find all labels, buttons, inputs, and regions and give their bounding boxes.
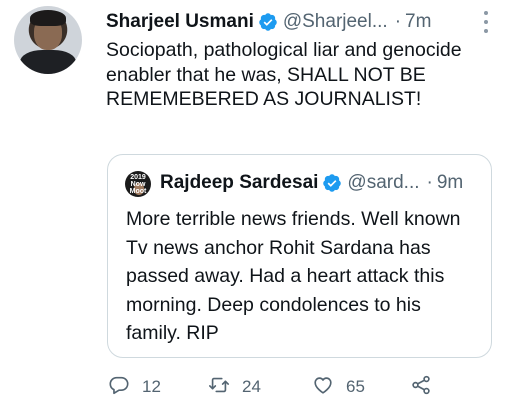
author-handle[interactable]: @Sharjeel... <box>283 11 388 33</box>
quoted-tweet-time[interactable]: 9m <box>437 172 463 194</box>
like-count: 65 <box>346 377 365 396</box>
tweet-text: Sociopath, pathological liar and genocid… <box>106 39 462 110</box>
tweet-header: Sharjeel Usmani @Sharjeel... · 7m <box>106 8 431 36</box>
tweet[interactable]: Sharjeel Usmani @Sharjeel... · 7m Sociop… <box>0 0 510 415</box>
more-options-icon[interactable] <box>481 10 491 34</box>
share-button[interactable] <box>410 372 432 402</box>
retweet-icon <box>208 374 230 401</box>
reply-button[interactable]: 12 <box>108 372 161 402</box>
tweet-actions: 12 24 65 <box>108 372 438 402</box>
verified-badge-icon <box>322 173 342 193</box>
retweet-button[interactable]: 24 <box>208 372 261 402</box>
reply-count: 12 <box>142 377 161 396</box>
share-icon <box>410 374 432 401</box>
author-avatar[interactable] <box>14 6 82 74</box>
quoted-author-name[interactable]: Rajdeep Sardesai <box>160 172 318 194</box>
retweet-count: 24 <box>242 377 261 396</box>
avatar-shirt <box>20 50 76 74</box>
reply-icon <box>108 374 130 401</box>
verified-badge-icon <box>258 12 278 32</box>
quoted-tweet-header: Rajdeep Sardesai @sard... · 9m <box>160 169 463 197</box>
avatar-hair <box>30 10 66 26</box>
quoted-avatar-text: 2019 Now Moot <box>129 174 147 195</box>
quoted-tweet[interactable]: 2019 Now Moot Rajdeep Sardesai @sard... … <box>107 154 492 358</box>
heart-icon <box>312 374 334 401</box>
author-name[interactable]: Sharjeel Usmani <box>106 11 254 33</box>
tweet-time[interactable]: 7m <box>405 11 431 33</box>
separator-dot: · <box>394 11 402 32</box>
quoted-tweet-text: More terrible news friends. Well known T… <box>126 208 461 344</box>
quoted-author-avatar[interactable]: 2019 Now Moot <box>125 171 151 197</box>
like-button[interactable]: 65 <box>312 372 365 402</box>
separator-dot: · <box>426 172 433 193</box>
quoted-author-handle[interactable]: @sard... <box>347 172 419 194</box>
